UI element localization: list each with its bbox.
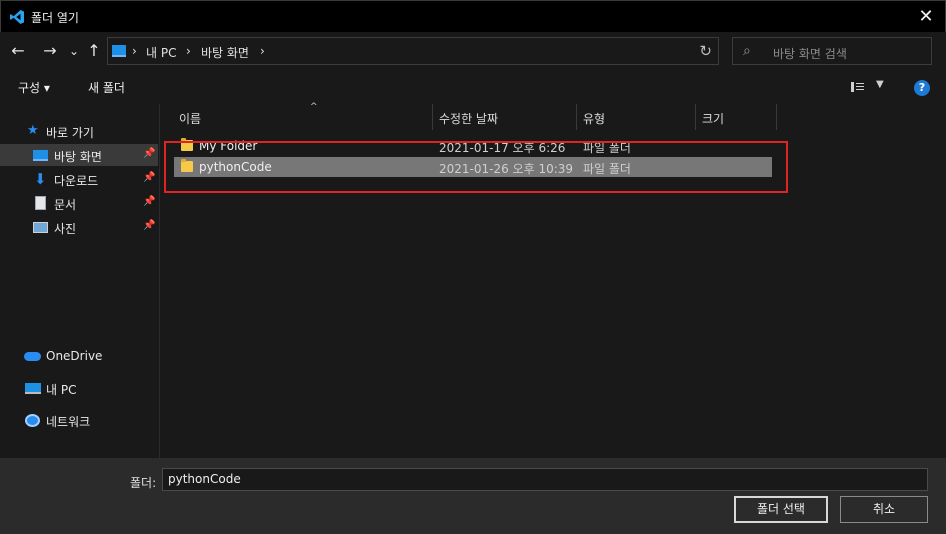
pin-icon: 📌 xyxy=(143,148,156,159)
desktop-icon xyxy=(33,150,48,161)
search-placeholder: 바탕 화면 검색 xyxy=(773,47,847,61)
column-header-label: 크기 xyxy=(702,112,725,126)
up-arrow-icon[interactable]: ↑ xyxy=(84,41,104,61)
column-header-type[interactable]: 유형 xyxy=(577,104,695,130)
column-divider[interactable] xyxy=(776,104,777,130)
toolbar: 구성 ▾ 새 폴더 ▼ ? xyxy=(0,70,946,104)
column-header-label: 유형 xyxy=(583,112,606,126)
close-icon[interactable]: ✕ xyxy=(913,4,939,30)
sidebar-item-onedrive[interactable]: OneDrive xyxy=(0,345,158,367)
column-header-modified[interactable]: 수정한 날짜 xyxy=(433,104,576,130)
folder-label: 폴더: xyxy=(130,476,157,490)
sidebar-item-downloads[interactable]: ⬇ 다운로드 📌 xyxy=(0,168,158,190)
monitor-icon xyxy=(112,45,126,57)
search-icon: ⌕ xyxy=(743,43,751,59)
sidebar-item-quick-access[interactable]: ★ 바로 가기 xyxy=(0,120,158,142)
view-dropdown-icon[interactable]: ▼ xyxy=(876,79,884,90)
dialog-footer: 폴더: pythonCode 폴더 선택 취소 xyxy=(0,458,946,534)
download-icon: ⬇ xyxy=(34,170,47,188)
star-icon: ★ xyxy=(27,123,39,138)
network-icon xyxy=(25,414,40,427)
breadcrumb-separator: › xyxy=(186,44,191,58)
navigation-bar: ← → ⌄ ↑ › 내 PC › 바탕 화면 › ↻ ⌕ 바탕 화면 검색 xyxy=(0,32,946,70)
sidebar-item-pictures[interactable]: 사진 📌 xyxy=(0,216,158,238)
window-title: 폴더 열기 xyxy=(31,11,79,25)
title-bar: 폴더 열기 ✕ xyxy=(0,0,946,32)
breadcrumb-separator: › xyxy=(260,44,265,58)
pin-icon: 📌 xyxy=(143,220,156,231)
search-box[interactable]: ⌕ 바탕 화면 검색 xyxy=(732,37,932,65)
column-header-size[interactable]: 크기 xyxy=(696,104,776,130)
sidebar-item-label: 내 PC xyxy=(46,383,77,397)
address-bar[interactable]: › 내 PC › 바탕 화면 › ↻ xyxy=(107,37,719,65)
pin-icon: 📌 xyxy=(143,172,156,183)
vscode-icon xyxy=(10,10,24,24)
sort-ascending-icon: ^ xyxy=(310,102,318,112)
column-header-label: 수정한 날짜 xyxy=(439,112,499,126)
sidebar-item-label: 사진 xyxy=(54,222,77,236)
column-header-label: 이름 xyxy=(179,112,202,126)
navigation-pane: ★ 바로 가기 바탕 화면 📌 ⬇ 다운로드 📌 문서 📌 사진 📌 OneDr… xyxy=(0,104,160,458)
folder-name-input[interactable]: pythonCode xyxy=(162,468,928,491)
sidebar-item-label: 바로 가기 xyxy=(46,126,94,140)
sidebar-item-desktop[interactable]: 바탕 화면 📌 xyxy=(0,144,158,166)
breadcrumb-desktop[interactable]: 바탕 화면 xyxy=(201,44,249,61)
sidebar-item-label: 네트워크 xyxy=(46,415,91,429)
file-list: 이름 ^ 수정한 날짜 유형 크기 My Folder 2021-01-17 오… xyxy=(161,102,946,458)
refresh-icon[interactable]: ↻ xyxy=(699,42,712,60)
document-icon xyxy=(35,196,46,210)
sidebar-item-this-pc[interactable]: 내 PC xyxy=(0,377,158,399)
recent-locations-chevron-icon[interactable]: ⌄ xyxy=(64,41,84,61)
breadcrumb-separator: › xyxy=(132,44,137,58)
sidebar-item-network[interactable]: 네트워크 xyxy=(0,409,158,431)
computer-icon xyxy=(25,383,41,394)
select-folder-button[interactable]: 폴더 선택 xyxy=(734,496,828,523)
help-icon[interactable]: ? xyxy=(914,80,930,96)
new-folder-button[interactable]: 새 폴더 xyxy=(88,79,125,96)
organize-button[interactable]: 구성 ▾ xyxy=(18,79,50,96)
sidebar-item-label: 다운로드 xyxy=(54,174,99,188)
column-header-name[interactable]: 이름 ^ xyxy=(173,102,432,130)
pin-icon: 📌 xyxy=(143,196,156,207)
forward-arrow-icon[interactable]: → xyxy=(40,41,60,61)
cancel-button[interactable]: 취소 xyxy=(840,496,928,523)
sidebar-item-label: OneDrive xyxy=(46,349,103,363)
breadcrumb-my-pc[interactable]: 내 PC xyxy=(146,44,176,61)
sidebar-item-documents[interactable]: 문서 📌 xyxy=(0,192,158,214)
back-arrow-icon[interactable]: ← xyxy=(8,41,28,61)
sidebar-item-label: 문서 xyxy=(54,198,77,212)
onedrive-icon xyxy=(24,352,41,361)
sidebar-item-label: 바탕 화면 xyxy=(54,150,102,164)
view-options-icon[interactable] xyxy=(851,82,865,92)
annotation-highlight-box xyxy=(164,141,788,193)
picture-icon xyxy=(33,222,48,233)
